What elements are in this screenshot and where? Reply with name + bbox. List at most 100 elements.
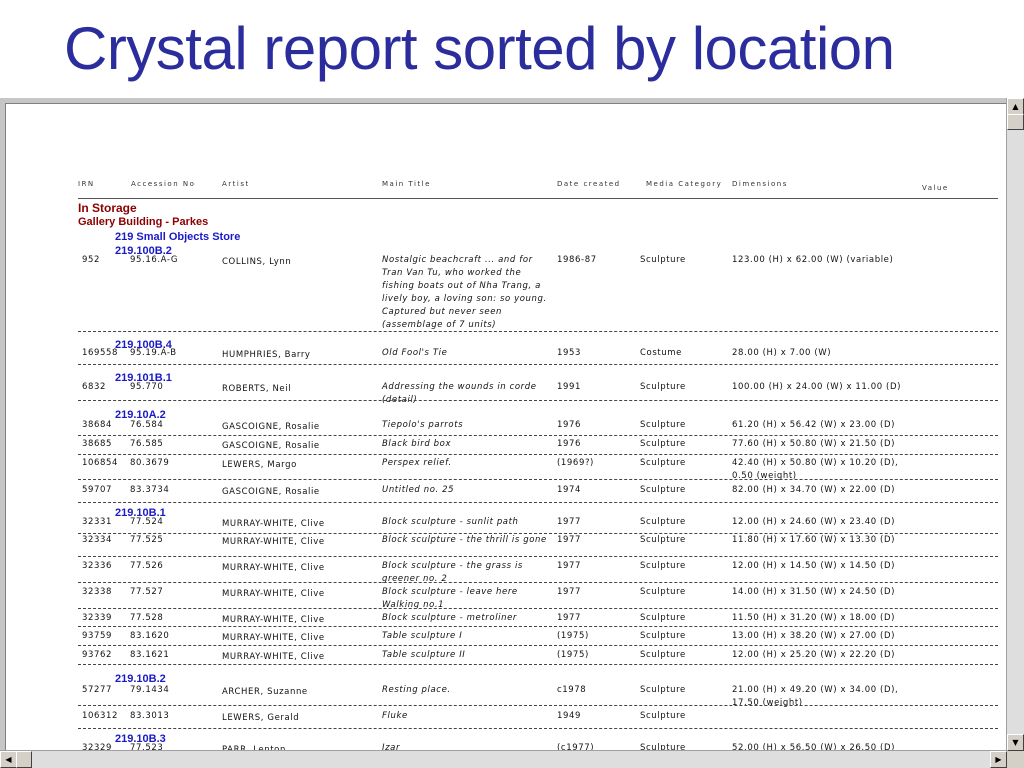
cell-accession: 95.770 (130, 382, 164, 392)
cell-date: 1977 (557, 613, 582, 623)
cell-date: 1974 (557, 485, 582, 495)
cell-accession: 77.526 (130, 561, 164, 571)
cell-date: 1977 (557, 587, 582, 597)
cell-date: 1976 (557, 420, 582, 430)
cell-title: Addressing the wounds in corde (detail) (382, 382, 537, 405)
cell-artist: GASCOIGNE, Rosalie (222, 487, 320, 497)
cell-media: Sculpture (640, 587, 686, 597)
cell-media: Sculpture (640, 631, 686, 641)
cell-date: 1976 (557, 439, 582, 449)
cell-dimensions: 123.00 (H) x 62.00 (W) (variable) (732, 255, 894, 265)
cell-title: Old Fool's Tie (382, 348, 448, 358)
horizontal-scrollbar[interactable]: ◀ ▶ (0, 750, 1007, 768)
cell-title: Table sculpture II (382, 650, 466, 660)
cell-dimensions: 21.00 (H) x 49.20 (W) x 34.00 (D), 17.50… (732, 685, 899, 708)
row-separator (78, 400, 998, 401)
vertical-scroll-thumb[interactable] (1007, 114, 1024, 130)
group-level1: In Storage (78, 201, 137, 215)
cell-date: 1986-87 (557, 255, 597, 265)
cell-title: Table sculpture I (382, 631, 463, 641)
row-separator (78, 728, 998, 729)
horizontal-scroll-thumb[interactable] (16, 751, 32, 768)
cell-accession: 83.1621 (130, 650, 170, 660)
cell-date: 1977 (557, 535, 582, 545)
scroll-down-arrow-icon[interactable]: ▼ (1007, 734, 1024, 751)
cell-irn: 169558 (82, 348, 119, 358)
scroll-left-arrow-icon[interactable]: ◀ (0, 751, 17, 768)
cell-title: Fluke (382, 711, 408, 721)
cell-accession: 77.527 (130, 587, 164, 597)
group-level3: 219 Small Objects Store (115, 231, 241, 243)
cell-artist: LEWERS, Gerald (222, 713, 300, 723)
cell-dimensions: 12.00 (H) x 14.50 (W) x 14.50 (D) (732, 561, 896, 571)
scroll-up-arrow-icon[interactable]: ▲ (1007, 98, 1024, 115)
row-separator (78, 454, 998, 455)
cell-date: 1953 (557, 348, 582, 358)
cell-artist: MURRAY-WHITE, Clive (222, 633, 325, 643)
cell-media: Sculpture (640, 535, 686, 545)
cell-irn: 32334 (82, 535, 113, 545)
cell-irn: 38685 (82, 439, 113, 449)
row-separator (78, 435, 998, 436)
cell-media: Sculpture (640, 439, 686, 449)
cell-artist: MURRAY-WHITE, Clive (222, 519, 325, 529)
cell-accession: 77.528 (130, 613, 164, 623)
cell-irn: 57277 (82, 685, 113, 695)
column-header-date: Date created (557, 180, 621, 188)
cell-dimensions: 82.00 (H) x 34.70 (W) x 22.00 (D) (732, 485, 896, 495)
row-separator (78, 608, 998, 609)
row-separator (78, 364, 998, 365)
cell-accession: 95.16.A-G (130, 255, 179, 265)
cell-irn: 32336 (82, 561, 113, 571)
cell-media: Sculpture (640, 685, 686, 695)
row-separator (78, 705, 998, 706)
cell-dimensions: 61.20 (H) x 56.42 (W) x 23.00 (D) (732, 420, 896, 430)
row-separator (78, 479, 998, 480)
column-header-dimensions: Dimensions (732, 180, 788, 188)
report-page: IRN Accession No Artist Main Title Date … (5, 103, 1007, 754)
cell-accession: 77.524 (130, 517, 164, 527)
cell-dimensions: 100.00 (H) x 24.00 (W) x 11.00 (D) (732, 382, 902, 392)
cell-artist: GASCOIGNE, Rosalie (222, 422, 320, 432)
cell-dimensions: 28.00 (H) x 7.00 (W) (732, 348, 832, 358)
cell-media: Costume (640, 348, 682, 358)
cell-date: (1975) (557, 650, 589, 660)
cell-dimensions: 11.80 (H) x 17.60 (W) x 13.30 (D) (732, 535, 896, 545)
cell-irn: 32338 (82, 587, 113, 597)
scroll-right-arrow-icon[interactable]: ▶ (990, 751, 1007, 768)
cell-media: Sculpture (640, 255, 686, 265)
cell-artist: MURRAY-WHITE, Clive (222, 537, 325, 547)
report-viewer: IRN Accession No Artist Main Title Date … (0, 98, 1024, 768)
vertical-scrollbar[interactable]: ▲ ▼ (1006, 98, 1024, 751)
cell-dimensions: 11.50 (H) x 31.20 (W) x 18.00 (D) (732, 613, 896, 623)
cell-artist: ARCHER, Suzanne (222, 687, 308, 697)
cell-date: c1978 (557, 685, 587, 695)
cell-title: Untitled no. 25 (382, 485, 455, 495)
cell-irn: 32339 (82, 613, 113, 623)
cell-date: 1977 (557, 517, 582, 527)
cell-accession: 83.1620 (130, 631, 170, 641)
cell-accession: 77.525 (130, 535, 164, 545)
cell-accession: 76.584 (130, 420, 164, 430)
cell-irn: 106854 (82, 458, 119, 468)
column-header-media: Media Category (646, 180, 723, 188)
cell-title: Block sculpture - sunlit path (382, 517, 519, 527)
cell-artist: MURRAY-WHITE, Clive (222, 563, 325, 573)
cell-date: 1949 (557, 711, 582, 721)
cell-media: Sculpture (640, 382, 686, 392)
cell-date: 1991 (557, 382, 582, 392)
column-header-title: Main Title (382, 180, 431, 188)
cell-accession: 95.19.A-B (130, 348, 177, 358)
cell-date: (1969?) (557, 458, 594, 468)
cell-title: Perspex relief. (382, 458, 452, 468)
cell-dimensions: 12.00 (H) x 24.60 (W) x 23.40 (D) (732, 517, 896, 527)
cell-dimensions: 14.00 (H) x 31.50 (W) x 24.50 (D) (732, 587, 896, 597)
cell-title: Block sculpture - the thrill is gone (382, 535, 547, 545)
row-separator (78, 556, 998, 557)
cell-irn: 93759 (82, 631, 113, 641)
group-level2: Gallery Building - Parkes (78, 216, 209, 228)
row-separator (78, 533, 998, 534)
cell-media: Sculpture (640, 517, 686, 527)
cell-artist: COLLINS, Lynn (222, 257, 292, 267)
cell-artist: MURRAY-WHITE, Clive (222, 652, 325, 662)
